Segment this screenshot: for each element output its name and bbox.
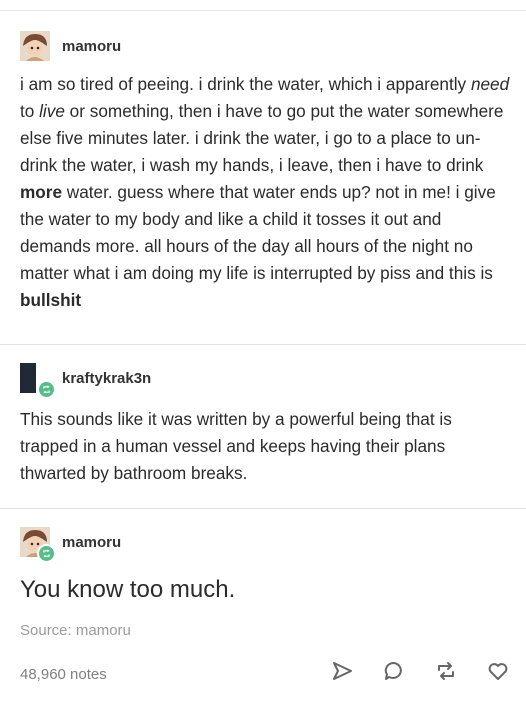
- paper-plane-icon[interactable]: [328, 657, 356, 685]
- post-header: mamoru: [20, 30, 510, 62]
- username[interactable]: mamoru: [62, 534, 121, 551]
- avatar[interactable]: [20, 527, 56, 563]
- reblog-post: kraftykrak3n This sounds like it was wri…: [20, 362, 510, 487]
- text-run: to: [20, 101, 40, 121]
- post-body: This sounds like it was written by a pow…: [20, 409, 452, 483]
- source-link[interactable]: Source: mamoru: [20, 622, 131, 639]
- bold-text: bullshit: [20, 290, 82, 310]
- post-body: i am so tired of peeing. i drink the wat…: [20, 71, 510, 314]
- notes-count[interactable]: 48,960 notes: [20, 666, 107, 683]
- original-post: mamoru i am so tired of peeing. i drink …: [20, 30, 510, 314]
- reblog-badge-icon: [37, 380, 56, 399]
- text-run: water. guess where that water ends up? n…: [20, 182, 496, 283]
- text-run: or something, then i have to go put the …: [20, 101, 504, 175]
- reblog-post: mamoru You know too much.: [20, 526, 510, 604]
- post-body: You know too much.: [20, 576, 236, 603]
- top-divider: [0, 10, 526, 11]
- speech-bubble-icon[interactable]: [380, 657, 408, 685]
- username[interactable]: mamoru: [62, 38, 121, 55]
- heart-icon[interactable]: [484, 657, 512, 685]
- avatar[interactable]: [20, 31, 50, 61]
- post-actions: [328, 657, 512, 685]
- italic-text: live: [39, 101, 65, 121]
- text-run: i am so tired of peeing. i drink the wat…: [20, 74, 471, 94]
- post-header: mamoru: [20, 526, 510, 563]
- reblog-badge-icon: [37, 544, 56, 563]
- post-divider: [0, 344, 526, 345]
- italic-text: need: [470, 74, 510, 94]
- avatar[interactable]: [20, 363, 56, 399]
- post-divider: [0, 508, 526, 509]
- username[interactable]: kraftykrak3n: [62, 370, 151, 387]
- post-header: kraftykrak3n: [20, 362, 510, 399]
- bold-text: more: [20, 182, 63, 202]
- reblog-icon[interactable]: [432, 657, 460, 685]
